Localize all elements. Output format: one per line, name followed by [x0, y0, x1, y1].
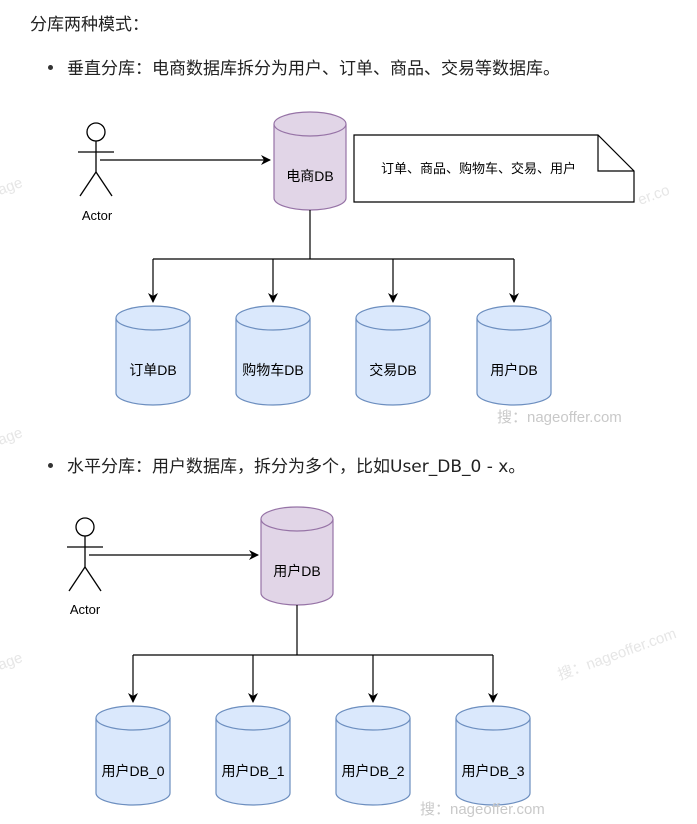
main-db-cylinder [260, 506, 334, 606]
main-db-cylinder [273, 111, 347, 211]
watermark-faint: age [0, 424, 25, 449]
child-db-label: 用户DB_3 [461, 763, 524, 779]
child-db-cylinder [115, 305, 191, 406]
watermark-faint: 搜：nageoffer.com [556, 625, 679, 684]
child-db-label: 用户DB [490, 362, 537, 378]
main-db-label: 电商DB [286, 168, 333, 184]
child-db-cylinder [235, 305, 311, 406]
child-db-label: 交易DB [369, 362, 416, 378]
child-db-label: 用户DB_2 [341, 763, 404, 779]
note-text: 订单、商品、购物车、交易、用户 [381, 161, 576, 176]
child-db-cylinder [355, 305, 431, 406]
diagram-horizontal-sharding: Actor 用户DB 用户DB_0 用户DB_1 用户DB_2 用户DB_3 搜… [67, 506, 545, 818]
child-db-cylinder [476, 305, 552, 406]
child-db-cylinder [215, 705, 291, 806]
watermark: 搜：nageoffer.com [497, 409, 622, 426]
child-db-cylinder [95, 705, 171, 806]
child-db-label: 购物车DB [242, 362, 303, 378]
child-db-label: 用户DB_0 [101, 763, 164, 779]
actor-label: Actor [82, 208, 113, 223]
watermark-faint: age [0, 174, 25, 199]
actor-label: Actor [70, 602, 101, 617]
main-db-label: 用户DB [273, 563, 320, 579]
connector-lines [148, 210, 519, 303]
child-db-label: 订单DB [129, 362, 176, 378]
child-db-cylinder [455, 705, 531, 806]
child-db-label: 用户DB_1 [221, 763, 284, 779]
connector-lines [128, 605, 498, 703]
watermark-faint: er.co [636, 182, 672, 209]
watermark: 搜：nageoffer.com [420, 801, 545, 818]
child-db-cylinder [335, 705, 411, 806]
watermark-faint: age [0, 649, 25, 674]
diagram-vertical-sharding: Actor 电商DB 订单、商品、购物车、交易、用户 订单DB 购物车DB 交易… [78, 111, 635, 426]
diagrams-canvas: age er.co age age 搜：nageoffer.com Actor … [0, 111, 679, 818]
